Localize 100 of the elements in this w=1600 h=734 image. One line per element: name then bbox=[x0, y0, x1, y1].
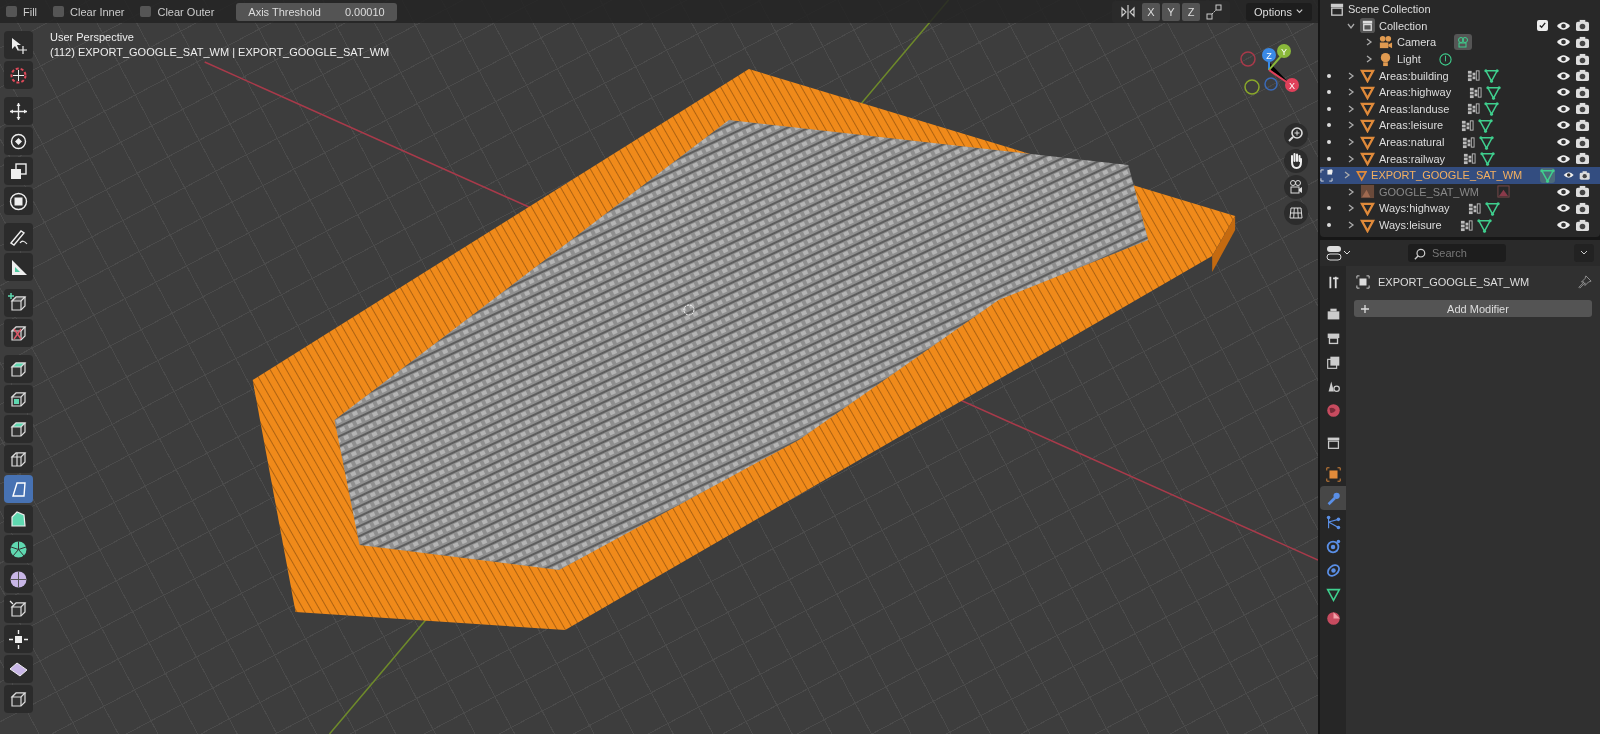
chevron-right-icon[interactable] bbox=[1364, 54, 1374, 65]
eye-icon[interactable] bbox=[1556, 19, 1571, 32]
camera-icon[interactable] bbox=[1575, 218, 1590, 232]
eye-icon[interactable] bbox=[1556, 152, 1571, 165]
mesh-data-icon[interactable] bbox=[1480, 151, 1496, 167]
tool-button[interactable] bbox=[4, 289, 33, 317]
camera-icon[interactable] bbox=[1575, 19, 1590, 33]
modifier-icon[interactable] bbox=[1466, 69, 1480, 83]
tool-button[interactable] bbox=[4, 61, 33, 89]
camera-icon[interactable] bbox=[1575, 118, 1590, 132]
modifier-icon[interactable] bbox=[1459, 218, 1473, 232]
edit-toggle-dot[interactable] bbox=[1327, 123, 1331, 128]
add-modifier-button[interactable]: Add Modifier bbox=[1354, 300, 1592, 317]
mesh-data-icon[interactable] bbox=[1478, 117, 1494, 133]
edit-toggle-dot[interactable] bbox=[1327, 206, 1331, 211]
options-dropdown[interactable]: Options bbox=[1246, 2, 1312, 21]
pin-icon[interactable] bbox=[1578, 275, 1592, 289]
axis-gizmo[interactable]: Z Y X bbox=[1238, 39, 1308, 99]
eye-icon[interactable] bbox=[1556, 119, 1571, 132]
axis-toggle[interactable]: Z bbox=[1182, 2, 1201, 21]
chevron-right-icon[interactable] bbox=[1346, 70, 1356, 81]
tool-button[interactable] bbox=[4, 415, 33, 443]
mesh-data-icon[interactable] bbox=[1486, 84, 1502, 100]
mesh-data-icon[interactable] bbox=[1540, 167, 1556, 183]
eye-icon[interactable] bbox=[1556, 102, 1571, 115]
camera-icon[interactable] bbox=[1575, 135, 1590, 149]
tool-button[interactable] bbox=[4, 595, 33, 623]
outliner-item[interactable]: Light bbox=[1397, 53, 1421, 66]
edit-toggle-dot[interactable] bbox=[1327, 106, 1331, 111]
chevron-right-icon[interactable] bbox=[1346, 153, 1356, 164]
chevron-right-icon[interactable] bbox=[1346, 203, 1356, 214]
axis-threshold-field[interactable]: Axis Threshold 0.00010 bbox=[236, 2, 397, 21]
outliner-item[interactable]: Collection bbox=[1379, 19, 1428, 32]
outliner-item[interactable]: Areas:natural bbox=[1379, 136, 1445, 149]
tool-button[interactable] bbox=[4, 625, 33, 653]
camera-data-icon[interactable] bbox=[1454, 34, 1473, 51]
camera-icon[interactable] bbox=[1575, 85, 1590, 99]
modifier-icon[interactable] bbox=[1467, 102, 1481, 116]
chevron-right-icon[interactable] bbox=[1346, 120, 1356, 131]
outliner-item[interactable]: Areas:leisure bbox=[1379, 119, 1444, 132]
modifier-icon[interactable] bbox=[1467, 201, 1481, 215]
modifier-icon[interactable] bbox=[1463, 152, 1477, 166]
tool-button[interactable] bbox=[4, 505, 33, 533]
chevron-right-icon[interactable] bbox=[1346, 220, 1356, 230]
tool-button[interactable] bbox=[4, 535, 33, 563]
edit-toggle-dot[interactable] bbox=[1327, 140, 1331, 145]
mesh-data-icon[interactable] bbox=[1484, 101, 1500, 117]
outliner-item[interactable]: Ways:leisure bbox=[1379, 219, 1442, 231]
outliner-item[interactable]: Scene Collection bbox=[1348, 3, 1431, 16]
outliner-item[interactable]: Areas:landuse bbox=[1379, 102, 1450, 115]
outliner-item[interactable]: Areas:building bbox=[1379, 69, 1449, 82]
tool-button[interactable] bbox=[4, 127, 33, 155]
eye-icon[interactable] bbox=[1556, 69, 1571, 82]
edit-toggle-dot[interactable] bbox=[1327, 156, 1331, 161]
mesh-data-icon[interactable] bbox=[1479, 134, 1495, 150]
modifier-icon[interactable] bbox=[1461, 118, 1475, 132]
tool-button[interactable] bbox=[4, 31, 33, 59]
eye-icon[interactable] bbox=[1556, 219, 1571, 231]
light-data-icon[interactable] bbox=[1438, 52, 1452, 66]
mirror-icon[interactable] bbox=[1119, 2, 1138, 21]
checkbox-option[interactable]: Fill bbox=[6, 5, 38, 18]
tool-button[interactable] bbox=[4, 157, 33, 185]
editor-type-icon[interactable] bbox=[1326, 244, 1352, 262]
modifier-icon[interactable] bbox=[1469, 85, 1483, 99]
grid-icon[interactable] bbox=[1284, 201, 1308, 225]
tool-button[interactable] bbox=[4, 475, 33, 503]
tool-button[interactable] bbox=[4, 565, 33, 593]
hand-icon[interactable] bbox=[1284, 149, 1308, 173]
edit-toggle-dot[interactable] bbox=[1327, 90, 1331, 95]
tool-button[interactable] bbox=[4, 685, 33, 713]
outliner-item[interactable]: Ways:highway bbox=[1379, 202, 1450, 215]
chevron-right-icon[interactable] bbox=[1346, 87, 1356, 98]
camera-icon[interactable] bbox=[1575, 69, 1590, 83]
camera-icon[interactable] bbox=[1575, 102, 1590, 116]
camera-icon[interactable] bbox=[1575, 152, 1590, 166]
camera-icon[interactable] bbox=[1575, 52, 1590, 66]
checkbox-option[interactable]: Clear Outer bbox=[140, 5, 215, 18]
axis-toggle[interactable]: X bbox=[1142, 2, 1161, 21]
outliner-item[interactable]: Areas:highway bbox=[1379, 86, 1452, 99]
chevron-right-icon[interactable] bbox=[1364, 37, 1374, 48]
snap-icon[interactable] bbox=[1205, 2, 1224, 21]
checkbox-option[interactable]: Clear Inner bbox=[53, 5, 125, 18]
tool-button[interactable] bbox=[4, 253, 33, 281]
eye-icon[interactable] bbox=[1556, 202, 1571, 215]
outliner-item[interactable]: Areas:railway bbox=[1379, 152, 1446, 165]
camera-icon[interactable] bbox=[1284, 175, 1308, 199]
mesh-data-icon[interactable] bbox=[1484, 200, 1500, 216]
tool-button[interactable] bbox=[4, 319, 33, 347]
tool-button[interactable] bbox=[4, 223, 33, 251]
eye-icon[interactable] bbox=[1556, 36, 1571, 49]
eye-icon[interactable] bbox=[1556, 86, 1571, 99]
exclude-checkbox[interactable] bbox=[1537, 20, 1548, 32]
chevron-right-icon[interactable] bbox=[1346, 137, 1356, 148]
3d-viewport[interactable]: Fill Clear Inner Clear Outer Axis Threshold 0.00010 X Y Z Options User Perspective (112) EXPORT_GOOGLE_SAT_WM | EXPORT_GOOGLE_SAT_WM Z Y X bbox=[0, 0, 1320, 734]
search-field[interactable]: Search bbox=[1408, 244, 1506, 262]
camera-icon[interactable] bbox=[1575, 36, 1590, 49]
chevron-right-icon[interactable] bbox=[1346, 103, 1356, 114]
edit-toggle-dot[interactable] bbox=[1327, 223, 1331, 227]
edit-toggle-dot[interactable] bbox=[1327, 73, 1331, 78]
modifier-icon[interactable] bbox=[1462, 135, 1476, 149]
